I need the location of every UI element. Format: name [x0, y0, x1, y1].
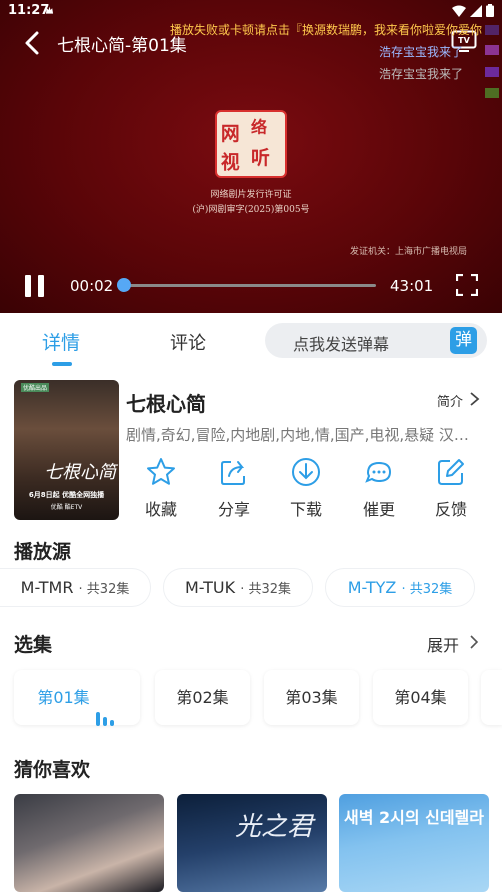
show-title: 七根心简: [126, 392, 206, 416]
source-name: M-TUK: [185, 578, 236, 597]
detail-panel: 优酷出品 七根心简 6月8日起 优酷全网独播 优酷 酷ETV 七根心简 简介 剧…: [0, 368, 502, 892]
episode-label: 第02集: [176, 688, 229, 707]
svg-text:听: 听: [251, 146, 270, 169]
source-name: M-TMR: [20, 578, 74, 597]
active-tab-indicator: [52, 362, 72, 366]
source-name: M-TYZ: [347, 578, 397, 597]
chevron-right-icon[interactable]: [468, 634, 480, 650]
recommend-card[interactable]: 새벽 2시의 신데렐라: [339, 794, 489, 892]
danmaku-comment: 播放失败或卡顿请点击『换源数瑞鹏，我来看你啦爱你爱你: [170, 23, 483, 37]
download-button[interactable]: 下载: [276, 456, 336, 520]
license-number: (沪)网剧审字(2025)第005号: [192, 205, 310, 215]
tab-bar: 详情 评论 点我发送弹幕 弹: [0, 313, 502, 368]
favorite-label: 收藏: [144, 500, 177, 519]
danmaku-send-button[interactable]: 弹: [450, 327, 477, 354]
episode-item[interactable]: 第03集: [264, 670, 359, 725]
license-text: 网络剧片发行许可证: [210, 190, 292, 200]
episode-label: 第03集: [285, 688, 338, 707]
poster-platform: 优酷 酷ETV: [50, 504, 83, 511]
svg-text:网: 网: [221, 123, 240, 145]
pause-button[interactable]: [25, 275, 45, 297]
source-count: · 共32集: [401, 582, 453, 597]
back-icon[interactable]: [20, 30, 46, 56]
recommend-heading: 猜你喜欢: [14, 759, 91, 781]
remind-update-button[interactable]: 催更: [349, 456, 409, 520]
remind-label: 催更: [362, 500, 395, 519]
show-poster[interactable]: 优酷出品 七根心简 6月8日起 优酷全网独播 优酷 酷ETV: [14, 380, 119, 520]
license-seal-logo: 网 络 视 听: [215, 110, 287, 178]
poster-title: 七根心简: [44, 462, 116, 483]
favorite-button[interactable]: 收藏: [131, 456, 191, 520]
recommend-title: 光之君: [235, 812, 314, 842]
tab-comment[interactable]: 评论: [170, 329, 206, 355]
feedback-icon: [438, 459, 464, 485]
feedback-button[interactable]: 反馈: [421, 456, 481, 520]
episode-label: 第01集: [37, 688, 90, 707]
episode-item[interactable]: 第04集: [373, 670, 468, 725]
episode-heading: 选集: [14, 634, 53, 656]
source-chip[interactable]: M-TUK · 共32集: [164, 569, 312, 606]
seek-handle[interactable]: [117, 278, 132, 292]
recommend-title: 새벽 2시의 신데렐라: [343, 808, 485, 827]
share-icon: [221, 461, 245, 485]
share-button[interactable]: 分享: [204, 456, 264, 520]
download-label: 下载: [289, 500, 322, 519]
seek-bar[interactable]: [117, 278, 376, 292]
poster-tag: 优酷出品: [21, 383, 50, 392]
intro-link[interactable]: 简介: [437, 391, 463, 410]
poster-date: 6月8日起 优酷全网独播: [28, 491, 105, 499]
source-heading: 播放源: [14, 541, 72, 563]
source-count: · 共32集: [240, 582, 291, 597]
share-label: 分享: [217, 500, 250, 519]
notification-icon: [45, 6, 54, 14]
total-time: 43:01: [390, 277, 434, 295]
wifi-icon: [452, 5, 466, 17]
feedback-label: 反馈: [434, 500, 467, 519]
video-title: 七根心简-第01集: [57, 36, 187, 56]
tab-detail[interactable]: 详情: [42, 328, 80, 355]
status-time: 11:27: [8, 3, 50, 18]
chevron-right-icon[interactable]: [467, 391, 481, 407]
playing-indicator-icon: [95, 671, 117, 726]
danmaku-comment: 浩存宝宝我来了: [379, 45, 464, 59]
svg-text:视: 视: [221, 150, 240, 173]
signal-icon: [470, 4, 482, 17]
source-chip-active[interactable]: M-TYZ · 共32集: [326, 569, 474, 606]
source-count: · 共32集: [78, 582, 130, 597]
remind-icon: [365, 461, 392, 483]
expand-episodes-link[interactable]: 展开: [427, 632, 459, 656]
episode-item[interactable]: [481, 670, 502, 725]
episode-item[interactable]: 第02集: [155, 670, 250, 725]
star-icon: [147, 458, 175, 485]
system-icons: [452, 4, 494, 17]
danmaku-placeholder: 点我发送弹幕: [293, 335, 390, 354]
download-icon: [292, 458, 320, 486]
license-issuer: 发证机关：上海市广播电视局: [350, 247, 468, 257]
battery-icon: [486, 4, 494, 17]
video-player[interactable]: 11:27 七根心简-第01集 TV 播放失败或卡顿请点击『换源数瑞鹏，我来看你…: [0, 0, 502, 313]
episode-item-active[interactable]: 第01集: [14, 670, 140, 726]
episode-label: 第04集: [394, 688, 447, 707]
status-bar: 11:27: [0, 0, 502, 22]
danmaku-input[interactable]: 点我发送弹幕 弹: [265, 323, 487, 358]
danmaku-comment: 浩存宝宝我来了: [379, 67, 464, 81]
source-chip[interactable]: M-TMR · 共32集: [0, 569, 150, 606]
svg-text:络: 络: [251, 118, 267, 137]
current-time: 00:02: [70, 277, 114, 295]
recommend-card[interactable]: [14, 794, 164, 892]
danmaku-overflow: [483, 22, 502, 102]
fullscreen-icon[interactable]: [456, 274, 478, 296]
genre-list: 剧情,奇幻,冒险,内地剧,内地,情,国产,电视,悬疑 汉…: [126, 426, 469, 444]
recommend-card[interactable]: 光之君: [177, 794, 327, 892]
